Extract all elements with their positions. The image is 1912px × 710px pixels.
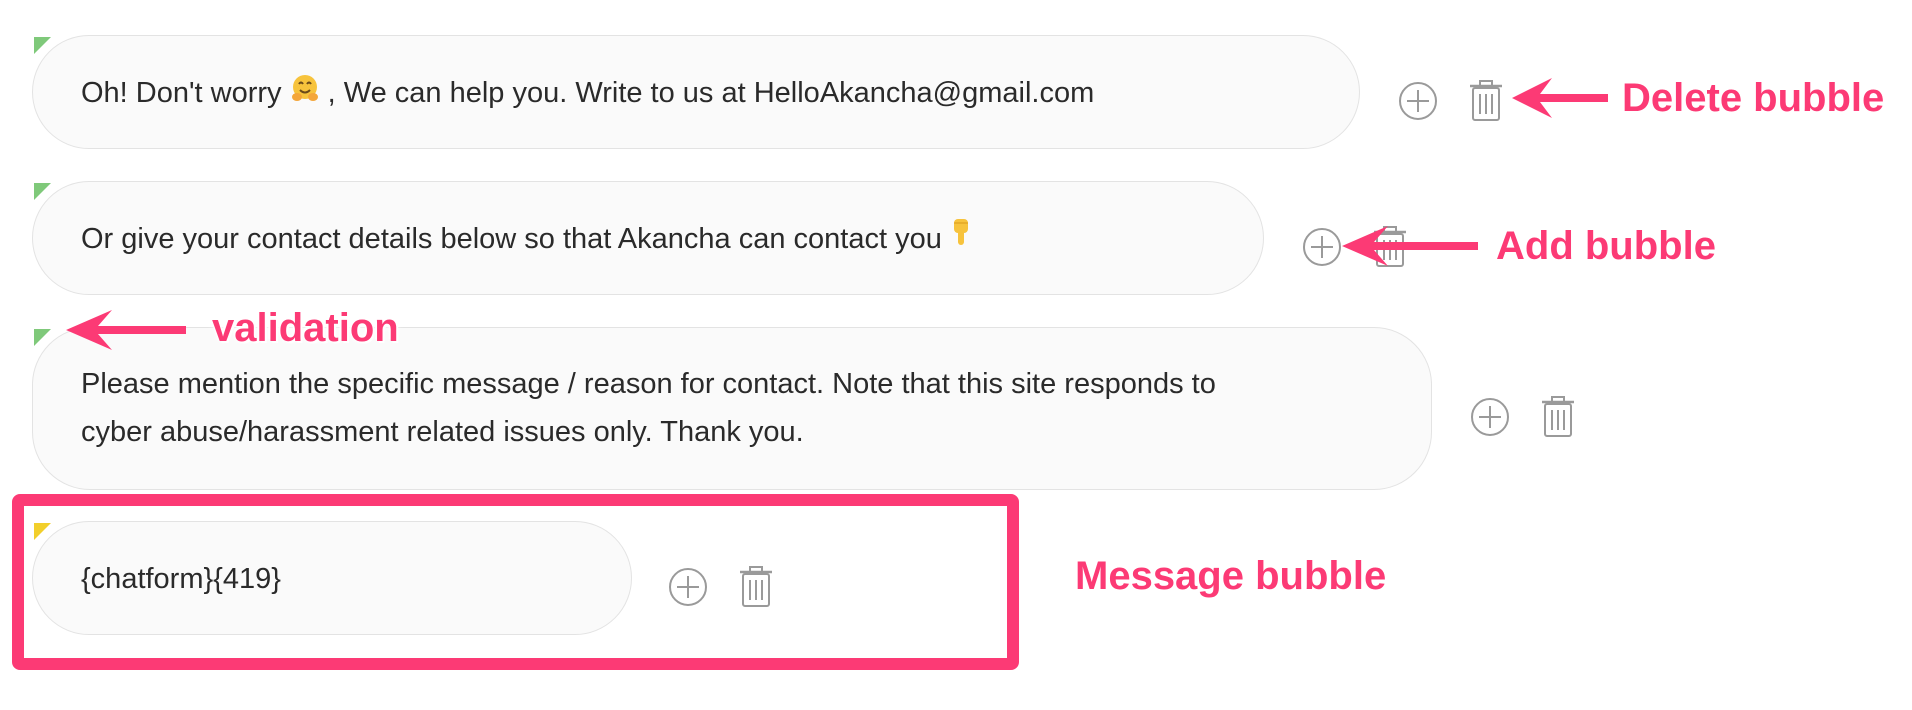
bubble-text: Or give your contact details below so th… [81, 215, 1215, 264]
plus-circle-icon [1399, 82, 1437, 120]
bubble-text: Oh! Don't worry , We can help you. Write… [81, 69, 1311, 118]
delete-bubble-button[interactable] [1540, 396, 1576, 438]
add-bubble-arrow-icon [1342, 226, 1478, 266]
delete-bubble-button[interactable] [1468, 80, 1504, 122]
delete-bubble-label: Delete bubble [1622, 76, 1885, 120]
add-bubble-button[interactable] [1302, 227, 1342, 267]
delete-bubble-arrow-icon [1512, 78, 1608, 118]
add-bubble-label: Add bubble [1496, 224, 1716, 268]
message-bubble-3[interactable]: Please mention the specific message / re… [32, 327, 1432, 490]
add-bubble-button[interactable] [1470, 397, 1510, 437]
plus-circle-icon [1303, 228, 1341, 266]
hugging-face-icon [290, 70, 320, 118]
validation-arrow-icon [66, 310, 186, 350]
message-bubble-label: Message bubble [1075, 554, 1387, 598]
pointing-down-hand-icon [950, 216, 972, 264]
message-bubble-2[interactable]: Or give your contact details below so th… [32, 181, 1264, 295]
message-bubble-highlight-box [12, 494, 1019, 670]
add-bubble-button[interactable] [1398, 81, 1438, 121]
validation-label: validation [212, 306, 399, 350]
plus-circle-icon [1471, 398, 1509, 436]
bubble-text-line-1: Please mention the specific message / re… [81, 368, 1216, 400]
trash-icon [1470, 80, 1502, 121]
bubble-text-line-2: cyber abuse/harassment related issues on… [81, 416, 804, 448]
trash-icon [1542, 396, 1574, 437]
message-bubble-1[interactable]: Oh! Don't worry , We can help you. Write… [32, 35, 1360, 149]
